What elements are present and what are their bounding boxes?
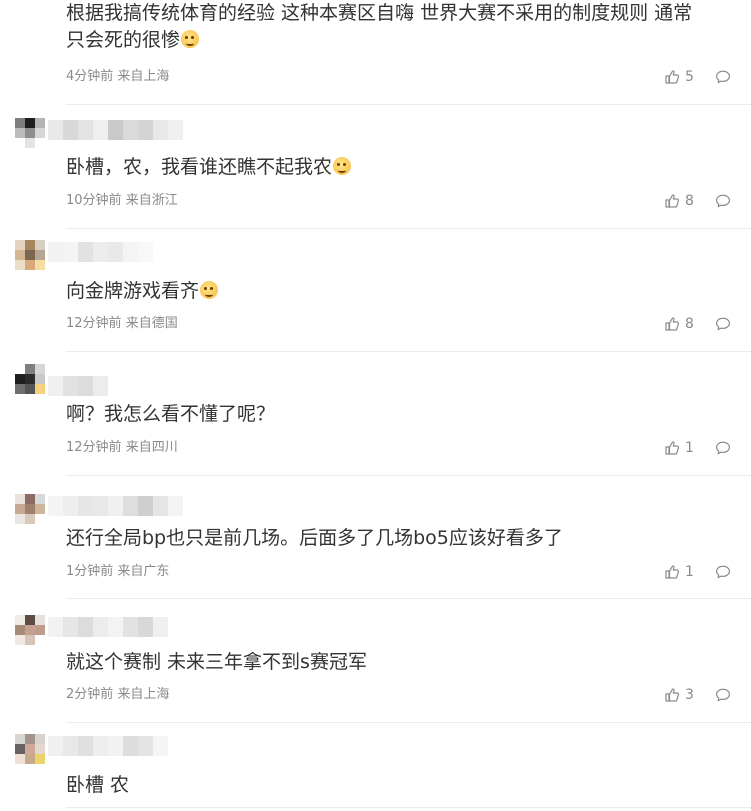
comment-divider <box>66 228 751 229</box>
comment-divider <box>66 104 751 105</box>
comment-actions: 5 <box>664 68 731 86</box>
avatar[interactable] <box>15 494 45 524</box>
comment-location: 来自上海 <box>117 69 170 84</box>
like-button[interactable]: 8 <box>664 316 695 332</box>
username-blurred[interactable] <box>48 736 168 756</box>
username-blurred[interactable] <box>48 120 183 140</box>
comment-text: 根据我搞传统体育的经验 这种本赛区自嗨 世界大赛不采用的制度规则 通常 只会死的… <box>66 0 731 54</box>
comment-text-content: 就这个赛制 未来三年拿不到s赛冠军 <box>66 651 367 673</box>
avatar[interactable] <box>15 240 45 270</box>
reply-button[interactable] <box>715 564 731 580</box>
dog-emoji <box>200 281 219 299</box>
comment-bubble-icon <box>715 193 731 209</box>
username-blurred[interactable] <box>48 242 183 262</box>
comment-text: 还行全局bp也只是前几场。后面多了几场bo5应该好看多了 <box>66 525 731 552</box>
comment-actions: 1 <box>664 439 731 457</box>
thumbs-up-icon <box>664 564 680 580</box>
comment-divider <box>66 351 751 352</box>
comment-actions: 8 <box>664 192 731 210</box>
comment-time: 12分钟前 <box>66 316 122 331</box>
comment-bubble-icon <box>715 687 731 703</box>
username-blurred[interactable] <box>48 617 168 637</box>
comment-text-content: 向金牌游戏看齐 <box>66 280 200 302</box>
comment-time: 1分钟前 <box>66 564 114 579</box>
comment-bubble-icon <box>715 440 731 456</box>
avatar[interactable] <box>15 364 45 394</box>
comment-divider <box>66 722 751 723</box>
dog-emoji <box>333 157 352 175</box>
like-button[interactable]: 1 <box>664 440 695 456</box>
comment-bubble-icon <box>715 69 731 85</box>
comment-actions: 3 <box>664 686 731 704</box>
comment-text-content: 啊？我怎么看不懂了呢？ <box>66 403 276 425</box>
thumbs-up-icon <box>664 687 680 703</box>
like-count: 1 <box>685 440 694 456</box>
comment-meta: 1分钟前 来自广东 <box>66 563 169 581</box>
comment-meta: 2分钟前 来自上海 <box>66 686 169 704</box>
comment-meta: 4分钟前 来自上海 <box>66 68 169 86</box>
comment-actions: 8 <box>664 315 731 333</box>
thumbs-up-icon <box>664 440 680 456</box>
comment-location: 来自四川 <box>125 440 178 455</box>
comment-text-content: 卧槽 农 <box>66 774 130 796</box>
comment-text: 就这个赛制 未来三年拿不到s赛冠军 <box>66 649 731 676</box>
like-count: 8 <box>685 316 694 332</box>
avatar[interactable] <box>15 734 45 764</box>
comment-meta: 10分钟前 来自浙江 <box>66 192 178 210</box>
comment-time: 4分钟前 <box>66 69 114 84</box>
comment-meta: 12分钟前 来自四川 <box>66 439 178 457</box>
comment-divider <box>66 475 751 476</box>
smirk-emoji <box>181 30 200 48</box>
like-button[interactable]: 1 <box>664 564 695 580</box>
comment-location: 来自德国 <box>125 316 178 331</box>
reply-button[interactable] <box>715 69 731 85</box>
comment-meta: 12分钟前 来自德国 <box>66 315 178 333</box>
comment-text: 啊？我怎么看不懂了呢？ <box>66 401 731 428</box>
reply-button[interactable] <box>715 193 731 209</box>
comment-divider <box>66 807 751 808</box>
comment-bubble-icon <box>715 564 731 580</box>
comment-text: 向金牌游戏看齐 <box>66 278 731 305</box>
comment-bubble-icon <box>715 316 731 332</box>
like-button[interactable]: 5 <box>664 69 695 85</box>
thumbs-up-icon <box>664 316 680 332</box>
like-count: 3 <box>685 687 694 703</box>
like-count: 5 <box>685 69 694 85</box>
comment-text-content: 卧槽，农，我看谁还瞧不起我农 <box>66 156 333 178</box>
like-button[interactable]: 3 <box>664 687 695 703</box>
like-button[interactable]: 8 <box>664 193 695 209</box>
like-count: 8 <box>685 193 694 209</box>
comment-location: 来自广东 <box>117 564 170 579</box>
avatar[interactable] <box>15 615 45 645</box>
comment-text-content: 还行全局bp也只是前几场。后面多了几场bo5应该好看多了 <box>66 527 563 549</box>
comment-text-content: 根据我搞传统体育的经验 这种本赛区自嗨 世界大赛不采用的制度规则 通常 只会死的… <box>66 2 693 51</box>
avatar[interactable] <box>15 0 45 20</box>
comment-text: 卧槽 农 <box>66 772 731 799</box>
comment-time: 10分钟前 <box>66 193 122 208</box>
avatar[interactable] <box>15 118 45 148</box>
comment-actions: 1 <box>664 563 731 581</box>
comment-text: 卧槽，农，我看谁还瞧不起我农 <box>66 154 731 181</box>
comment-location: 来自浙江 <box>125 193 178 208</box>
comment-time: 12分钟前 <box>66 440 122 455</box>
thumbs-up-icon <box>664 69 680 85</box>
reply-button[interactable] <box>715 316 731 332</box>
comment-time: 2分钟前 <box>66 687 114 702</box>
reply-button[interactable] <box>715 440 731 456</box>
like-count: 1 <box>685 564 694 580</box>
comment-divider <box>66 598 751 599</box>
comment-location: 来自上海 <box>117 687 170 702</box>
reply-button[interactable] <box>715 687 731 703</box>
username-blurred[interactable] <box>48 376 108 396</box>
thumbs-up-icon <box>664 193 680 209</box>
username-blurred[interactable] <box>48 496 183 516</box>
